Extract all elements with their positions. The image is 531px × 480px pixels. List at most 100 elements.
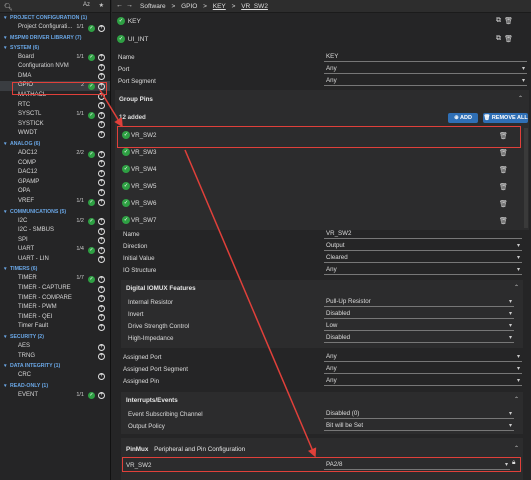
sidebar-category[interactable]: ▾ COMMUNICATIONS (5) [0,207,110,217]
property-select[interactable]: Disabled [324,309,514,319]
sidebar-item[interactable]: I2C - SMBUS + [0,226,110,236]
trash-icon[interactable]: 🗑︎ [499,217,508,225]
add-module-icon[interactable]: + [98,343,105,351]
add-module-icon[interactable]: + [98,392,105,400]
sidebar-item[interactable]: Configuration NVM + [0,62,110,72]
property-select[interactable]: Low [324,321,514,331]
sidebar-item[interactable]: Board 1/1 ✓ + [0,53,110,63]
initial-value-select[interactable]: Cleared [324,253,522,263]
sort-az-button[interactable]: Az [83,2,90,8]
sidebar-item[interactable]: GPAMP + [0,178,110,188]
io-structure-select[interactable]: Any [324,265,522,275]
add-module-icon[interactable]: + [98,198,105,206]
sidebar-category[interactable]: ▾ PROJECT CONFIGURATION (1) [0,13,110,23]
add-module-icon[interactable]: + [98,246,105,254]
remove-all-button[interactable]: 🗑︎ REMOVE ALL [483,113,528,123]
add-module-icon[interactable]: + [98,353,105,361]
sidebar-item[interactable]: DMA + [0,72,110,82]
property-select[interactable]: Any [324,376,522,386]
add-module-icon[interactable]: + [98,227,105,235]
group-pin-item[interactable]: ✓ VR_SW5 [122,181,156,193]
group-pin-item[interactable]: ✓ VR_SW4 [122,164,156,176]
property-select[interactable]: Any [324,352,522,362]
add-module-icon[interactable]: + [98,130,105,138]
pin-name-input[interactable]: VR_SW2 [324,229,522,239]
add-module-icon[interactable]: + [98,188,105,196]
copy-icon[interactable]: ⧉ [496,17,501,25]
sidebar-item[interactable]: TIMER 1/7 ✓ + [0,274,110,284]
sidebar-item[interactable]: TIMER - PWM + [0,303,110,313]
sidebar-item[interactable]: CRC + [0,371,110,381]
group-pin-item[interactable]: ✓ VR_SW7 [122,215,156,227]
breadcrumb-key[interactable]: KEY [213,3,226,10]
direction-select[interactable]: Output [324,241,522,251]
sidebar-item[interactable]: ADC12 2/2 ✓ + [0,149,110,159]
add-module-icon[interactable]: + [98,73,105,81]
sidebar-item[interactable]: DAC12 + [0,168,110,178]
add-module-icon[interactable]: + [98,285,105,293]
sidebar-item[interactable]: TIMER - QEI + [0,313,110,323]
add-module-icon[interactable]: + [98,324,105,332]
add-module-icon[interactable]: + [98,256,105,264]
add-module-icon[interactable]: + [98,54,105,62]
group-pin-item[interactable]: ✓ VR_SW6 [122,198,156,210]
add-module-icon[interactable]: + [98,314,105,322]
breadcrumb-vr-sw2[interactable]: VR_SW2 [241,3,268,10]
sidebar-item[interactable]: SPI + [0,236,110,246]
collapse-caret-icon[interactable]: ⌃ [514,284,519,291]
trash-icon[interactable]: 🗑︎ [499,166,508,174]
search-icon[interactable]: 🔍︎ [4,3,13,11]
collapse-caret-icon[interactable]: ⌃ [514,396,519,403]
sidebar-item[interactable]: UART 1/4 ✓ + [0,245,110,255]
breadcrumb-gpio[interactable]: GPIO [181,3,197,10]
add-module-icon[interactable]: + [98,179,105,187]
sidebar-item[interactable]: TRNG + [0,352,110,362]
collapse-caret-icon[interactable]: ⌃ [518,95,523,102]
property-select[interactable]: Disabled (0) [324,409,514,419]
sidebar-item[interactable]: TIMER - COMPARE + [0,294,110,304]
add-module-icon[interactable]: + [98,237,105,245]
copy-icon[interactable]: ⧉ [496,35,501,43]
sidebar-item[interactable]: WWDT + [0,129,110,139]
delete-icon[interactable]: 🗑︎ [504,17,513,25]
collapse-caret-icon[interactable]: ⌃ [514,445,519,452]
sidebar-item[interactable]: I2C 1/2 ✓ + [0,217,110,227]
sidebar-item[interactable]: TIMER - CAPTURE + [0,284,110,294]
group-pins-scrollbar[interactable] [524,128,528,228]
sidebar-item[interactable]: UART - LIN + [0,255,110,265]
trash-icon[interactable]: 🗑︎ [499,200,508,208]
breadcrumb-software[interactable]: Software [140,3,166,10]
property-select[interactable]: Bit will be Set [324,421,514,431]
forward-arrow-icon[interactable]: → [126,2,133,9]
pin-instance-key[interactable]: ✓ KEY [117,16,141,28]
sidebar-item[interactable]: RTC + [0,101,110,111]
name-input[interactable]: KEY [324,52,527,62]
property-select[interactable]: Pull-Up Resistor [324,297,514,307]
port-select[interactable]: Any [324,64,527,74]
sidebar-item[interactable]: OPA + [0,187,110,197]
star-icon[interactable]: ★ [99,2,104,9]
add-module-icon[interactable]: + [98,372,105,380]
add-module-icon[interactable]: + [98,295,105,303]
add-module-icon[interactable]: + [98,63,105,71]
trash-icon[interactable]: 🗑︎ [499,149,508,157]
sidebar-item[interactable]: EVENT 1/1 ✓ + [0,391,110,401]
delete-icon[interactable]: 🗑︎ [504,35,513,43]
sidebar-item[interactable]: Timer Fault + [0,322,110,332]
add-module-icon[interactable]: + [98,276,105,284]
sidebar-item[interactable]: COMP + [0,159,110,169]
port-segment-select[interactable]: Any [324,76,527,86]
sidebar-item[interactable]: AES + [0,342,110,352]
back-arrow-icon[interactable]: ← [116,2,123,9]
sidebar-category[interactable]: ▾ ANALOG (6) [0,139,110,149]
add-module-icon[interactable]: + [98,121,105,129]
sidebar-item[interactable]: VREF 1/1 ✓ + [0,197,110,207]
sidebar-item[interactable]: Project Configurati... 1/1 ✓ + [0,23,110,33]
add-module-icon[interactable]: + [98,218,105,226]
sidebar-category[interactable]: ▾ SECURITY (2) [0,332,110,342]
sidebar-category[interactable]: ▾ SYSTEM (6) [0,43,110,53]
add-module-icon[interactable]: + [98,150,105,158]
pin-instance-ui-int[interactable]: ✓ UI_INT [117,34,148,46]
add-module-icon[interactable]: + [98,111,105,119]
add-module-icon[interactable]: + [98,160,105,168]
